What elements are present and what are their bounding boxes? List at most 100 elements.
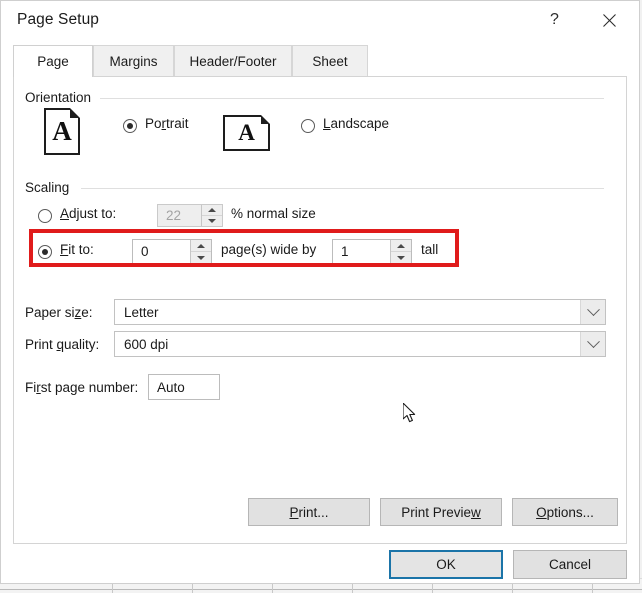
paper-size-label: Paper size: bbox=[25, 305, 93, 320]
help-button[interactable]: ? bbox=[532, 1, 577, 39]
label-portrait-post: trait bbox=[166, 116, 189, 131]
adjust-to-spinner-down[interactable] bbox=[202, 215, 222, 226]
ok-button[interactable]: OK bbox=[389, 550, 503, 579]
grid-row-line bbox=[0, 589, 642, 590]
label-landscape-accesskey: L bbox=[323, 116, 331, 131]
dialog-title: Page Setup bbox=[17, 11, 100, 28]
preview-label-pre: Print Previe bbox=[401, 504, 472, 520]
dialog-tabs: Page Margins Header/Footer Sheet bbox=[13, 45, 627, 77]
radio-adjust-to[interactable] bbox=[38, 209, 52, 223]
fit-to-wide-spinner-up[interactable] bbox=[191, 240, 211, 251]
label-adjust-accesskey: A bbox=[60, 206, 70, 221]
chevron-down-icon bbox=[586, 334, 600, 348]
tab-panel-seam bbox=[14, 75, 92, 78]
fit-to-tall-spinner-down[interactable] bbox=[391, 251, 411, 263]
options-button[interactable]: Options... bbox=[512, 498, 618, 526]
print-quality-dropdown-button[interactable] bbox=[580, 332, 605, 356]
print-quality-dropdown[interactable]: 600 dpi bbox=[114, 331, 606, 357]
orientation-group-rule bbox=[100, 98, 604, 99]
adjust-to-spinner-up[interactable] bbox=[202, 205, 222, 215]
orientation-group-label: Orientation bbox=[25, 90, 97, 105]
adjust-to-percent-stepper[interactable]: 22 bbox=[157, 204, 223, 227]
fit-to-wide-spinner-buttons[interactable] bbox=[190, 240, 211, 263]
first-page-number-value: Auto bbox=[157, 379, 185, 395]
portrait-page-icon: A bbox=[44, 108, 80, 155]
landscape-page-icon: A bbox=[223, 115, 270, 151]
fit-to-pages-wide-value[interactable]: 0 bbox=[133, 240, 190, 263]
arrow-down-icon bbox=[197, 255, 205, 260]
label-adjust-post: djust to: bbox=[69, 206, 117, 221]
radio-fit-to[interactable] bbox=[38, 245, 52, 259]
print-quality-label: Print quality: bbox=[25, 337, 99, 352]
print-accesskey: P bbox=[289, 504, 299, 520]
print-quality-label-post: uality: bbox=[64, 337, 100, 352]
close-button[interactable] bbox=[587, 1, 632, 39]
radio-portrait[interactable] bbox=[123, 119, 137, 133]
arrow-up-icon bbox=[197, 243, 205, 248]
tab-page[interactable]: Page bbox=[13, 45, 93, 77]
radio-landscape[interactable] bbox=[301, 119, 315, 133]
tab-page-label: Page bbox=[37, 54, 69, 69]
label-portrait-mid: o bbox=[154, 116, 162, 131]
arrow-down-icon bbox=[208, 219, 216, 223]
dialog-titlebar: Page Setup ? bbox=[1, 1, 639, 39]
radio-fit-to-label[interactable]: Fit to: bbox=[60, 242, 94, 257]
options-label-post: ptions... bbox=[546, 504, 594, 520]
print-preview-button[interactable]: Print Preview bbox=[380, 498, 502, 526]
cancel-button-label: Cancel bbox=[548, 557, 592, 572]
first-page-number-label: First page number: bbox=[25, 380, 138, 395]
fit-to-pages-wide-stepper[interactable]: 0 bbox=[132, 239, 212, 264]
question-mark-icon: ? bbox=[550, 11, 559, 28]
tab-sheet-label: Sheet bbox=[312, 54, 348, 69]
page-setup-dialog: Page Setup ? Page Margins Header/Footer … bbox=[0, 0, 640, 584]
close-icon bbox=[603, 13, 616, 27]
scaling-group-rule bbox=[81, 188, 604, 189]
adjust-to-spinner-buttons[interactable] bbox=[201, 205, 222, 226]
fit-to-pages-tall-value[interactable]: 1 bbox=[333, 240, 390, 263]
landscape-icon-letter: A bbox=[238, 120, 255, 145]
preview-accesskey: w bbox=[471, 504, 481, 520]
paper-size-dropdown[interactable]: Letter bbox=[114, 299, 606, 325]
options-accesskey: O bbox=[536, 504, 547, 520]
ok-button-label: OK bbox=[436, 557, 456, 572]
adjust-to-suffix-label: % normal size bbox=[231, 206, 316, 221]
tab-margins-label: Margins bbox=[109, 54, 158, 69]
paper-size-dropdown-button[interactable] bbox=[580, 300, 605, 324]
first-page-label-post: st page number: bbox=[40, 380, 139, 395]
print-button[interactable]: Print... bbox=[248, 498, 370, 526]
fit-to-suffix-label: tall bbox=[421, 242, 439, 257]
arrow-up-icon bbox=[208, 208, 216, 212]
label-fit-accesskey: F bbox=[60, 242, 69, 257]
print-quality-label-pre: Print bbox=[25, 337, 57, 352]
scaling-group-label: Scaling bbox=[25, 180, 75, 195]
print-quality-value: 600 dpi bbox=[124, 336, 169, 352]
first-page-number-input[interactable]: Auto bbox=[148, 374, 220, 400]
page-corner-fold bbox=[261, 115, 270, 124]
radio-adjust-to-label[interactable]: Adjust to: bbox=[60, 206, 116, 221]
fit-to-wide-spinner-down[interactable] bbox=[191, 251, 211, 263]
chevron-down-icon bbox=[586, 302, 600, 316]
paper-size-label-pre: Paper si bbox=[25, 305, 75, 320]
fit-to-tall-spinner-up[interactable] bbox=[391, 240, 411, 251]
adjust-to-percent-value: 22 bbox=[166, 208, 182, 223]
page-corner-fold bbox=[70, 108, 80, 118]
radio-landscape-label[interactable]: Landscape bbox=[323, 116, 389, 131]
options-button-label: Options... bbox=[536, 505, 594, 520]
fit-to-middle-label: page(s) wide by bbox=[221, 242, 317, 257]
cancel-button[interactable]: Cancel bbox=[513, 550, 627, 579]
mouse-pointer-icon bbox=[403, 403, 416, 423]
tab-header-footer[interactable]: Header/Footer bbox=[174, 45, 292, 77]
print-quality-accesskey: q bbox=[56, 337, 65, 352]
print-label-post: rint... bbox=[298, 504, 329, 520]
tab-sheet[interactable]: Sheet bbox=[292, 45, 368, 77]
paper-size-value: Letter bbox=[124, 304, 159, 320]
fit-to-tall-spinner-buttons[interactable] bbox=[390, 240, 411, 263]
paper-size-label-post: e: bbox=[81, 305, 93, 320]
page-tab-panel: Orientation A Portrait A Landscape Scali… bbox=[13, 76, 627, 544]
label-portrait-pre: P bbox=[145, 116, 155, 131]
tab-margins[interactable]: Margins bbox=[93, 45, 174, 77]
fit-to-pages-tall-stepper[interactable]: 1 bbox=[332, 239, 412, 264]
portrait-icon-letter: A bbox=[52, 116, 72, 146]
label-landscape-post: andscape bbox=[330, 116, 390, 131]
radio-portrait-label[interactable]: Portrait bbox=[145, 116, 189, 131]
